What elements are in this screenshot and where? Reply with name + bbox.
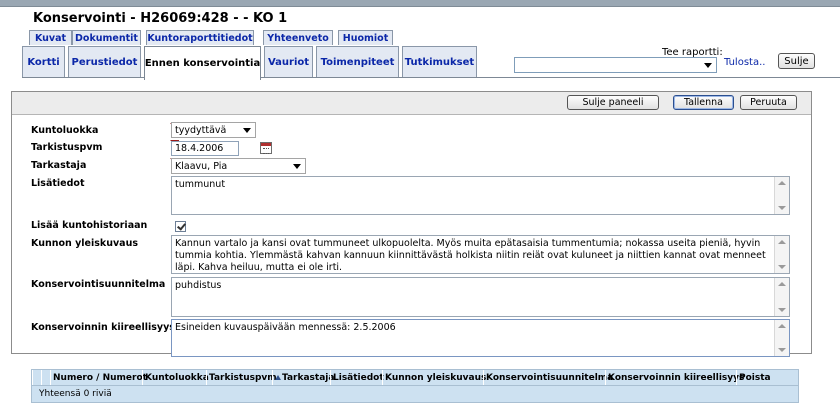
grid-col-poista[interactable]: Poista: [736, 370, 771, 385]
konservointisuunnitelma-value: puhdistus: [175, 280, 222, 291]
grid-col-konservointisuunnitelma[interactable]: Konservointisuunnitelma: [483, 370, 613, 385]
scroll-up-icon: [778, 181, 786, 185]
chevron-down-icon: [293, 164, 301, 169]
lisaa-kuntohistoriaan-label: Lisää kuntohistoriaan: [31, 220, 148, 231]
scrollbar[interactable]: [774, 278, 789, 316]
tab-kuntoraporttitiedot[interactable]: Kuntoraporttitiedot: [146, 30, 254, 45]
kuntoluokka-select[interactable]: tyydyttävä: [171, 122, 256, 138]
scroll-up-icon: [778, 282, 786, 286]
close-panel-button[interactable]: Sulje paneeli: [567, 95, 659, 110]
page-title: Konservointi - H26069:428 - - KO 1: [33, 11, 288, 26]
tarkistuspvm-label: Tarkistuspvm: [31, 142, 103, 153]
scrollbar[interactable]: [774, 236, 789, 273]
scroll-up-icon: [778, 240, 786, 244]
history-grid-header: Numero / Numerot Kuntoluokka Tarkistuspv…: [31, 369, 799, 386]
scrollbar[interactable]: [774, 320, 789, 356]
kuntoluokka-label: Kuntoluokka: [31, 125, 99, 136]
print-link[interactable]: Tulosta..: [724, 57, 765, 68]
kunnon-yleiskuvaus-label: Kunnon yleiskuvaus: [31, 238, 138, 249]
calendar-icon-header: [261, 143, 271, 146]
checkmark-icon: [177, 221, 186, 231]
konservoinnin-kiireellisyys-value: Esineiden kuvauspäivään mennessä: 2.5.20…: [175, 322, 396, 333]
sort-ascending-icon: [275, 375, 281, 380]
grid-select-column[interactable]: [32, 370, 41, 385]
cancel-button[interactable]: Peruuta: [740, 95, 797, 110]
grid-col-tarkastaja[interactable]: Tarkastaja: [272, 370, 334, 385]
lisaa-kuntohistoriaan-checkbox[interactable]: [175, 221, 186, 232]
konservoinnin-kiireellisyys-label: Konservoinnin kiireellisyys: [31, 322, 175, 333]
kunnon-yleiskuvaus-value: Kannun vartalo ja kansi ovat tummuneet u…: [175, 238, 766, 273]
grid-col-label: Tarkastaja: [282, 372, 335, 383]
scroll-down-icon: [778, 348, 786, 352]
grid-col-label: Kunnon yleiskuvaus: [385, 372, 487, 383]
window-top-strip: [0, 0, 840, 7]
tab-vauriot[interactable]: Vauriot: [264, 46, 313, 78]
grid-row-count: Yhteensä 0 riviä: [31, 386, 799, 403]
konservoinnin-kiireellisyys-textarea[interactable]: Esineiden kuvauspäivään mennessä: 2.5.20…: [171, 319, 790, 357]
tab-dokumentit[interactable]: Dokumentit: [72, 30, 141, 45]
tarkastaja-value: Klaavu, Pia: [175, 161, 228, 172]
grid-col-kunnon-yleiskuvaus[interactable]: Kunnon yleiskuvaus: [382, 370, 487, 385]
calendar-icon[interactable]: [260, 142, 272, 154]
grid-col-label: Poista: [739, 372, 771, 383]
grid-col-label: Numero / Numerot: [53, 372, 147, 383]
tab-kuvat[interactable]: Kuvat: [29, 30, 72, 45]
grid-col-tarkistuspvm[interactable]: Tarkistuspvm: [206, 370, 277, 385]
tab-huomiot[interactable]: Huomiot: [338, 30, 393, 45]
scroll-down-icon: [778, 308, 786, 312]
tab-kortti[interactable]: Kortti: [22, 46, 65, 78]
tab-ennen-konservointia[interactable]: Ennen konservointia: [144, 46, 261, 80]
close-button[interactable]: Sulje: [778, 53, 815, 69]
report-select[interactable]: [514, 57, 717, 73]
scroll-down-icon: [778, 265, 786, 269]
tab-toimenpiteet[interactable]: Toimenpiteet: [316, 46, 399, 78]
grid-col-label: Konservoinnin kiireellisyys: [608, 372, 745, 383]
kuntoluokka-value: tyydyttävä: [175, 125, 227, 136]
lisatiedot-label: Lisätiedot: [31, 178, 85, 189]
tab-tutkimukset[interactable]: Tutkimukset: [402, 46, 477, 78]
calendar-icon-grid: [263, 148, 269, 154]
konservointisuunnitelma-label: Konservointisuunnitelma: [31, 279, 166, 290]
save-button[interactable]: Tallenna: [673, 95, 734, 110]
chevron-down-icon: [243, 128, 251, 133]
lisatiedot-value: tummunut: [175, 179, 226, 190]
grid-col-label: Tarkistuspvm: [209, 372, 277, 383]
kunnon-yleiskuvaus-textarea[interactable]: Kannun vartalo ja kansi ovat tummuneet u…: [171, 235, 790, 274]
grid-col-label: Kuntoluokka: [145, 372, 209, 383]
scroll-up-icon: [778, 324, 786, 328]
scroll-down-icon: [778, 206, 786, 210]
grid-col-label: Konservointisuunnitelma: [486, 372, 614, 383]
grid-col-lisatiedot[interactable]: Lisätiedot: [330, 370, 384, 385]
grid-col-kuntoluokka[interactable]: Kuntoluokka: [142, 370, 209, 385]
tarkastaja-label: Tarkastaja: [31, 160, 87, 171]
grid-col-konservoinnin-kiireellisyys[interactable]: Konservoinnin kiireellisyys: [605, 370, 744, 385]
grid-col-numero[interactable]: Numero / Numerot: [50, 370, 147, 385]
tarkastaja-select[interactable]: Klaavu, Pia: [171, 158, 306, 174]
tab-perustiedot[interactable]: Perustiedot: [68, 46, 141, 78]
konservointisuunnitelma-textarea[interactable]: puhdistus: [171, 277, 790, 317]
panel-toolbar: Sulje paneeli Tallenna Peruuta: [12, 92, 811, 115]
tab-yhteenveto[interactable]: Yhteenveto: [263, 30, 333, 45]
grid-expand-column[interactable]: [41, 370, 50, 385]
tarkistuspvm-input[interactable]: 18.4.2006: [171, 141, 239, 156]
chevron-down-icon: [704, 63, 712, 68]
grid-col-label: Lisätiedot: [333, 372, 384, 383]
lisatiedot-textarea[interactable]: tummunut: [171, 176, 790, 215]
scrollbar[interactable]: [774, 177, 789, 214]
condition-panel: Sulje paneeli Tallenna Peruuta Kuntoluok…: [11, 91, 812, 357]
